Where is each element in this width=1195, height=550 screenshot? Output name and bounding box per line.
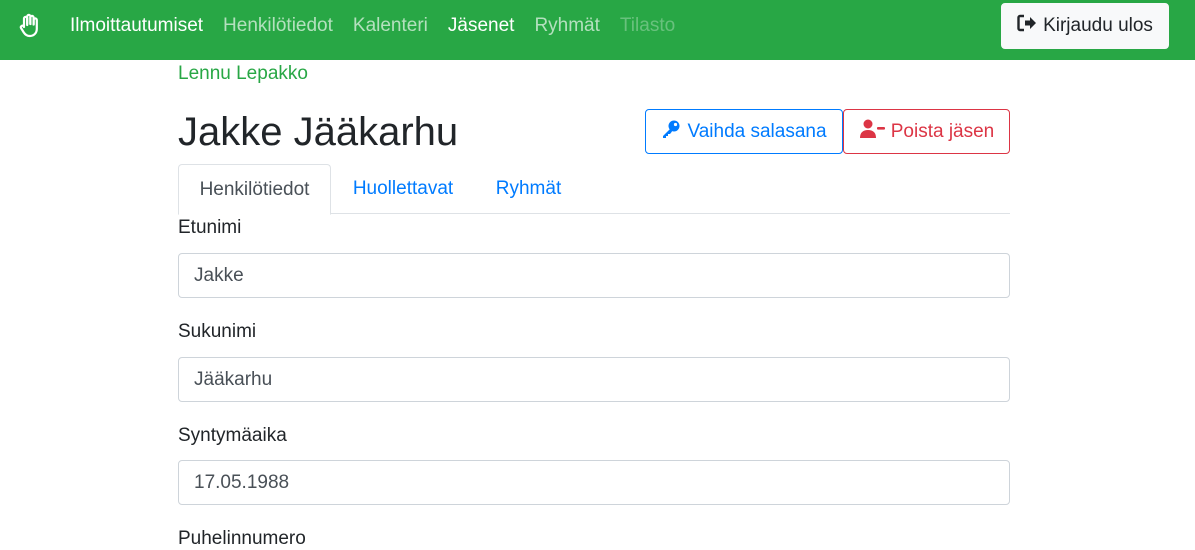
tab-ryhmat[interactable]: Ryhmät bbox=[475, 164, 582, 214]
change-password-button[interactable]: Vaihda salasana bbox=[645, 109, 843, 154]
last-name-field[interactable] bbox=[178, 357, 1010, 402]
phone-label: Puhelinnumero bbox=[178, 528, 306, 549]
top-navbar: Ilmoittautumiset Henkilötiedot Kalenteri… bbox=[0, 0, 1195, 60]
breadcrumb-link[interactable]: Lennu Lepakko bbox=[178, 63, 308, 85]
main-nav: Ilmoittautumiset Henkilötiedot Kalenteri… bbox=[60, 0, 685, 52]
hand-icon[interactable] bbox=[16, 12, 44, 40]
birthdate-field[interactable] bbox=[178, 460, 1010, 505]
delete-member-label: Poista jäsen bbox=[890, 120, 995, 142]
nav-henkilotiedot[interactable]: Henkilötiedot bbox=[213, 15, 343, 37]
last-name-label: Sukunimi bbox=[178, 321, 257, 342]
first-name-label: Etunimi bbox=[178, 217, 242, 238]
delete-member-button[interactable]: Poista jäsen bbox=[843, 109, 1010, 154]
user-minus-icon bbox=[859, 119, 891, 145]
nav-kalenteri[interactable]: Kalenteri bbox=[343, 15, 438, 37]
logout-button[interactable]: Kirjaudu ulos bbox=[1001, 3, 1169, 49]
nav-ryhmat[interactable]: Ryhmät bbox=[524, 15, 609, 37]
tab-huollettavat[interactable]: Huollettavat bbox=[331, 164, 475, 214]
first-name-field[interactable] bbox=[178, 253, 1010, 298]
nav-ilmoittautumiset[interactable]: Ilmoittautumiset bbox=[60, 15, 213, 37]
key-icon bbox=[661, 119, 687, 145]
tab-bar: Henkilötiedot Huollettavat Ryhmät bbox=[178, 164, 1010, 215]
tab-henkilotiedot[interactable]: Henkilötiedot bbox=[178, 164, 331, 215]
logout-label: Kirjaudu ulos bbox=[1043, 15, 1153, 36]
nav-tilasto[interactable]: Tilasto bbox=[610, 15, 685, 37]
sign-out-icon bbox=[1017, 14, 1043, 38]
nav-jasenet[interactable]: Jäsenet bbox=[438, 15, 525, 37]
birthdate-label: Syntymäaika bbox=[178, 425, 287, 446]
change-password-label: Vaihda salasana bbox=[687, 120, 827, 142]
page-title: Jakke Jääkarhu bbox=[178, 110, 459, 154]
